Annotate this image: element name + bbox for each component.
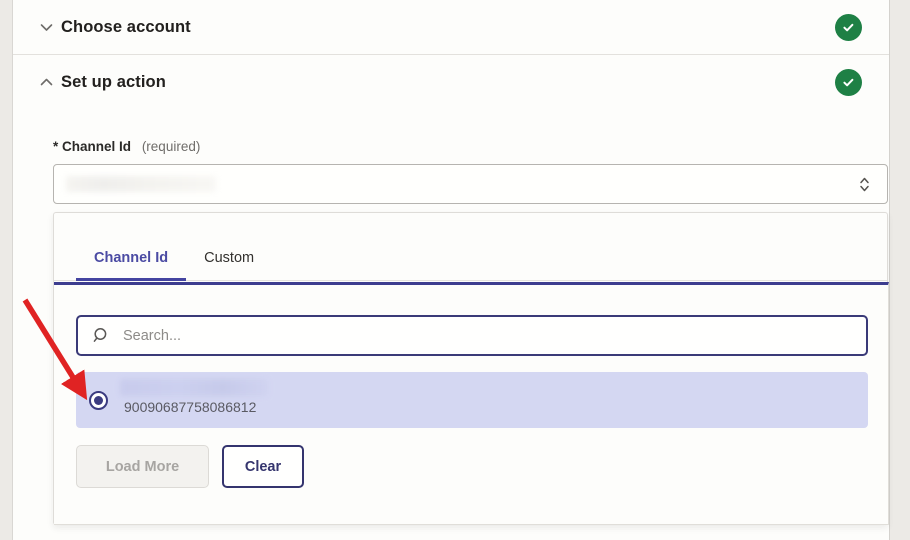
tab-custom[interactable]: Custom (186, 250, 272, 280)
tab-channel-id[interactable]: Channel Id (76, 250, 186, 280)
option-text-group: 90090687758086812 (120, 379, 868, 421)
page-card: Choose account Set up action (12, 0, 890, 540)
field-label-text: Channel Id (62, 139, 131, 154)
channel-id-dropdown-panel: Channel Id Custom (53, 212, 888, 525)
channel-id-selected-value-redacted (66, 176, 216, 192)
required-asterisk: * (53, 139, 58, 154)
radio-selected-icon[interactable] (89, 391, 108, 410)
list-item-channel-option[interactable]: 90090687758086812 (76, 372, 868, 428)
status-badge-complete-choose-account (835, 14, 862, 41)
chevron-up-icon[interactable] (31, 74, 61, 91)
dropdown-tab-list: Channel Id Custom (54, 213, 887, 281)
status-badge-complete-set-up-action (835, 69, 862, 96)
field-label-channel-id: * Channel Id (required) (53, 139, 200, 154)
load-more-button[interactable]: Load More (76, 445, 209, 488)
dropdown-results-panel: 90090687758086812 Load More Clear (54, 282, 889, 525)
radio-dot (94, 396, 103, 405)
search-icon (92, 326, 111, 345)
chevron-down-icon[interactable] (31, 19, 61, 36)
field-required-note: (required) (142, 139, 201, 154)
section-header-set-up-action[interactable]: Set up action (13, 55, 889, 109)
search-input[interactable] (123, 328, 823, 344)
search-field[interactable] (76, 315, 868, 356)
section-header-choose-account[interactable]: Choose account (13, 0, 889, 55)
section-title-set-up-action: Set up action (61, 73, 166, 92)
channel-id-select[interactable] (53, 164, 888, 204)
chevron-up-down-icon[interactable] (858, 174, 871, 195)
option-name-redacted (120, 379, 268, 396)
option-id-text: 90090687758086812 (124, 399, 256, 415)
screen-root: Choose account Set up action (0, 0, 910, 540)
section-title-choose-account: Choose account (61, 18, 191, 37)
clear-button[interactable]: Clear (222, 445, 304, 488)
